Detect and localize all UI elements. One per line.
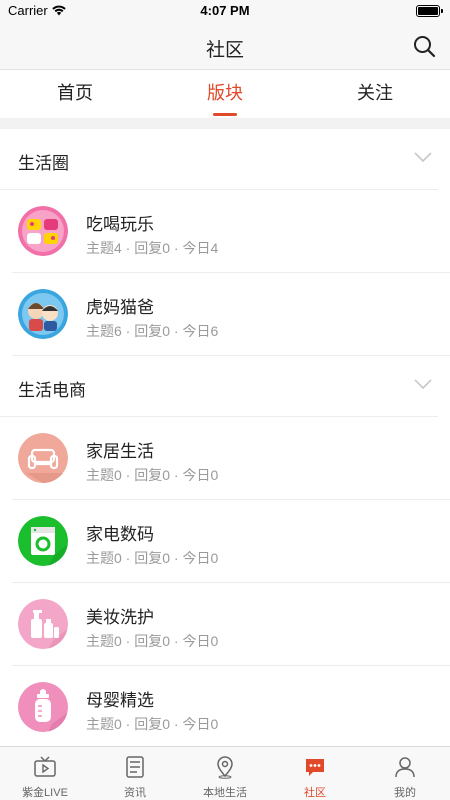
forum-stats: 主题6 · 回复0 · 今日6 [86, 323, 219, 339]
tabbar-item-news[interactable]: 资讯 [90, 747, 180, 800]
section-header-life-ecommerce[interactable]: 生活电商 [0, 356, 438, 417]
chevron-down-icon[interactable] [414, 151, 432, 163]
top-tabs: 首页 版块 关注 [0, 70, 450, 118]
tv-icon [34, 756, 56, 777]
forum-name: 母婴精选 [86, 691, 154, 710]
section-title: 生活圈 [18, 154, 69, 173]
battery-icon [416, 5, 443, 17]
sofa-icon [18, 433, 68, 483]
forum-stats: 主题0 · 回复0 · 今日0 [86, 467, 219, 483]
search-icon[interactable] [412, 34, 436, 58]
section-title: 生活电商 [18, 381, 86, 400]
bottom-tab-bar: 紫金LIVE 资讯 本地生活 社区 我的 [0, 746, 450, 800]
active-tab-indicator [213, 113, 237, 116]
forum-stats: 主题0 · 回复0 · 今日0 [86, 716, 219, 732]
tabbar-item-community[interactable]: 社区 [270, 747, 360, 800]
tab-home[interactable]: 首页 [0, 70, 150, 118]
chevron-down-icon[interactable] [414, 378, 432, 390]
nav-bar: 社区 [0, 22, 450, 70]
list-item[interactable]: 母婴精选 主题0 · 回复0 · 今日0 [12, 666, 450, 746]
location-pin-icon [217, 756, 233, 779]
tabbar-label: 我的 [394, 787, 416, 799]
tab-following[interactable]: 关注 [300, 70, 450, 118]
user-icon [395, 757, 415, 778]
clock: 4:07 PM [200, 3, 250, 18]
page-title: 社区 [205, 40, 244, 61]
section-divider [0, 118, 450, 129]
tabbar-label: 资讯 [124, 787, 146, 799]
washer-icon [18, 516, 68, 566]
tabbar-label: 紫金LIVE [22, 787, 68, 799]
forum-stats: 主题0 · 回复0 · 今日0 [86, 550, 219, 566]
forum-name: 家居生活 [86, 442, 154, 461]
list-item[interactable]: 家居生活 主题0 · 回复0 · 今日0 [12, 417, 450, 500]
tabbar-label: 本地生活 [203, 787, 247, 799]
tabbar-label: 社区 [304, 787, 326, 799]
tab-boards[interactable]: 版块 [150, 70, 300, 118]
food-fun-icon [18, 206, 68, 256]
list-item[interactable]: 家电数码 主题0 · 回复0 · 今日0 [12, 500, 450, 583]
board-list: 生活圈 吃喝玩乐 主题4 · 回复0 · 今日4 虎妈猫爸 主题6 · 回复0 … [0, 129, 450, 746]
forum-name: 美妆洗护 [86, 608, 154, 627]
forum-stats: 主题0 · 回复0 · 今日0 [86, 633, 219, 649]
chat-bubble-icon [306, 759, 324, 776]
list-item[interactable]: 吃喝玩乐 主题4 · 回复0 · 今日4 [12, 190, 450, 273]
tabbar-item-live[interactable]: 紫金LIVE [0, 747, 90, 800]
forum-name: 家电数码 [86, 525, 154, 544]
tabbar-item-me[interactable]: 我的 [360, 747, 450, 800]
tabbar-item-local-life[interactable]: 本地生活 [180, 747, 270, 800]
parents-icon [18, 289, 68, 339]
tab-home-label: 首页 [57, 83, 93, 103]
tab-following-label: 关注 [357, 83, 393, 103]
status-bar: Carrier 4:07 PM [0, 0, 450, 22]
baby-bottle-icon [18, 682, 68, 732]
forum-stats: 主题4 · 回复0 · 今日4 [86, 240, 219, 256]
forum-name: 吃喝玩乐 [86, 215, 154, 234]
cosmetics-icon [18, 599, 68, 649]
list-item[interactable]: 美妆洗护 主题0 · 回复0 · 今日0 [12, 583, 450, 666]
forum-name: 虎妈猫爸 [86, 298, 154, 317]
list-item[interactable]: 虎妈猫爸 主题6 · 回复0 · 今日6 [12, 273, 450, 356]
section-header-life-circle[interactable]: 生活圈 [0, 129, 438, 190]
tab-boards-label: 版块 [207, 83, 243, 103]
news-list-icon [126, 756, 144, 778]
